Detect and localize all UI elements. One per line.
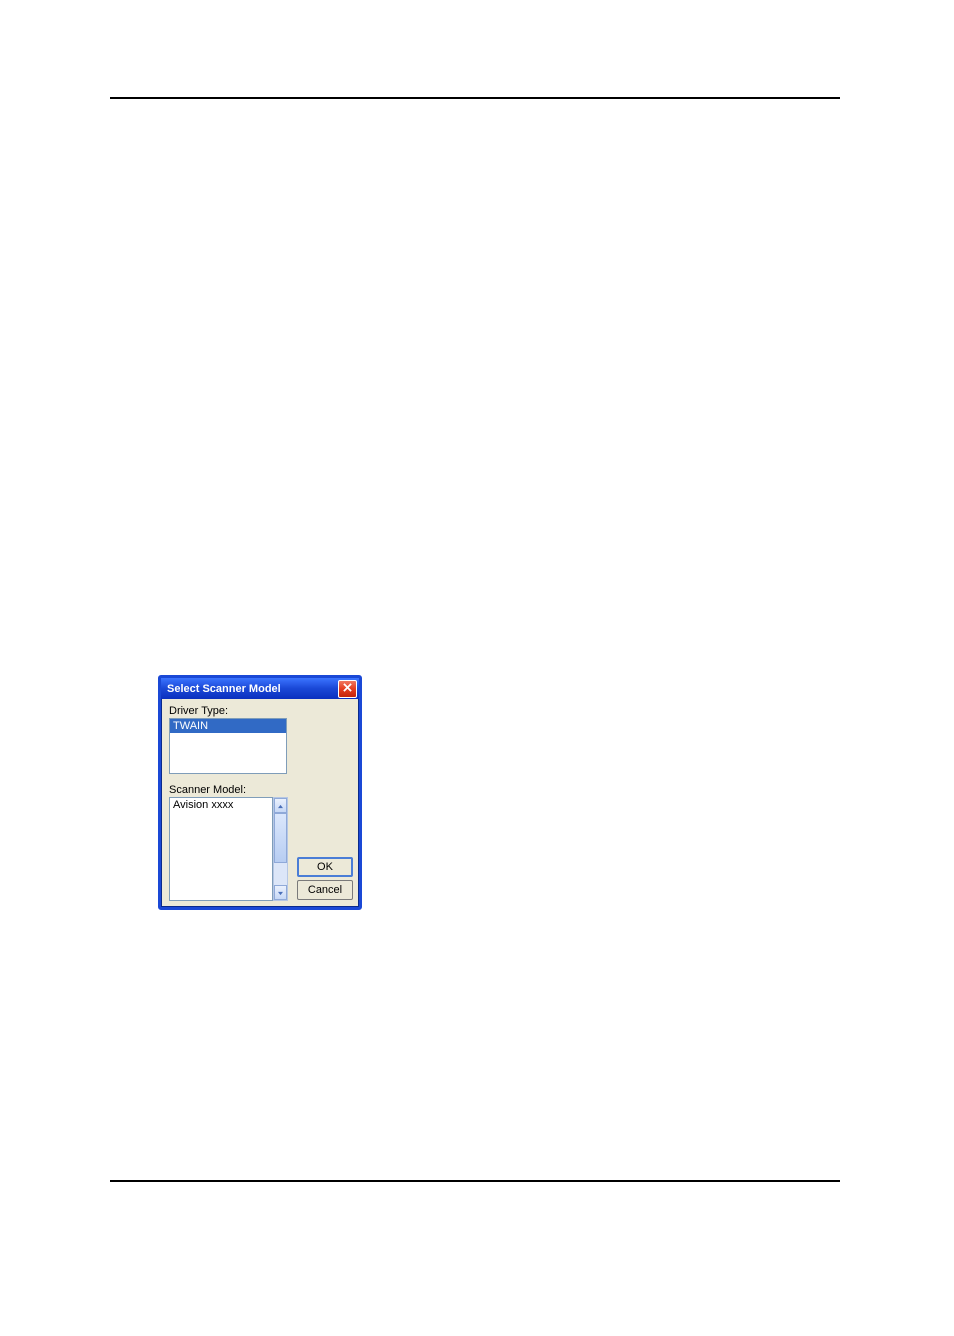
close-button[interactable]	[338, 680, 357, 698]
ok-button-label: OK	[317, 861, 333, 873]
scroll-track[interactable]	[274, 813, 287, 885]
cancel-button[interactable]: Cancel	[297, 880, 353, 900]
cancel-button-label: Cancel	[308, 884, 342, 896]
scanner-list-scrollbar[interactable]	[273, 797, 288, 901]
chevron-up-icon	[277, 800, 284, 812]
select-scanner-dialog: Select Scanner Model Driver Type: TWAIN …	[158, 675, 362, 910]
driver-type-item-selected[interactable]: TWAIN	[170, 719, 286, 733]
dialog-title: Select Scanner Model	[167, 683, 281, 695]
dialog-body: Driver Type: TWAIN Scanner Model: Avisio…	[161, 699, 359, 907]
header-rule	[110, 97, 840, 99]
button-column: OK Cancel	[297, 854, 353, 900]
titlebar[interactable]: Select Scanner Model	[161, 678, 359, 699]
footer-rule	[110, 1180, 840, 1182]
ok-button[interactable]: OK	[297, 857, 353, 877]
chevron-down-icon	[277, 887, 284, 899]
scroll-up-button[interactable]	[274, 798, 287, 813]
driver-type-list[interactable]: TWAIN	[169, 718, 287, 774]
scroll-thumb[interactable]	[274, 813, 287, 863]
scroll-down-button[interactable]	[274, 885, 287, 900]
close-icon	[343, 683, 352, 695]
scanner-model-list[interactable]: Avision xxxx	[169, 797, 273, 901]
scanner-model-label: Scanner Model:	[169, 784, 351, 796]
driver-type-label: Driver Type:	[169, 705, 351, 717]
scanner-model-item[interactable]: Avision xxxx	[173, 799, 269, 811]
